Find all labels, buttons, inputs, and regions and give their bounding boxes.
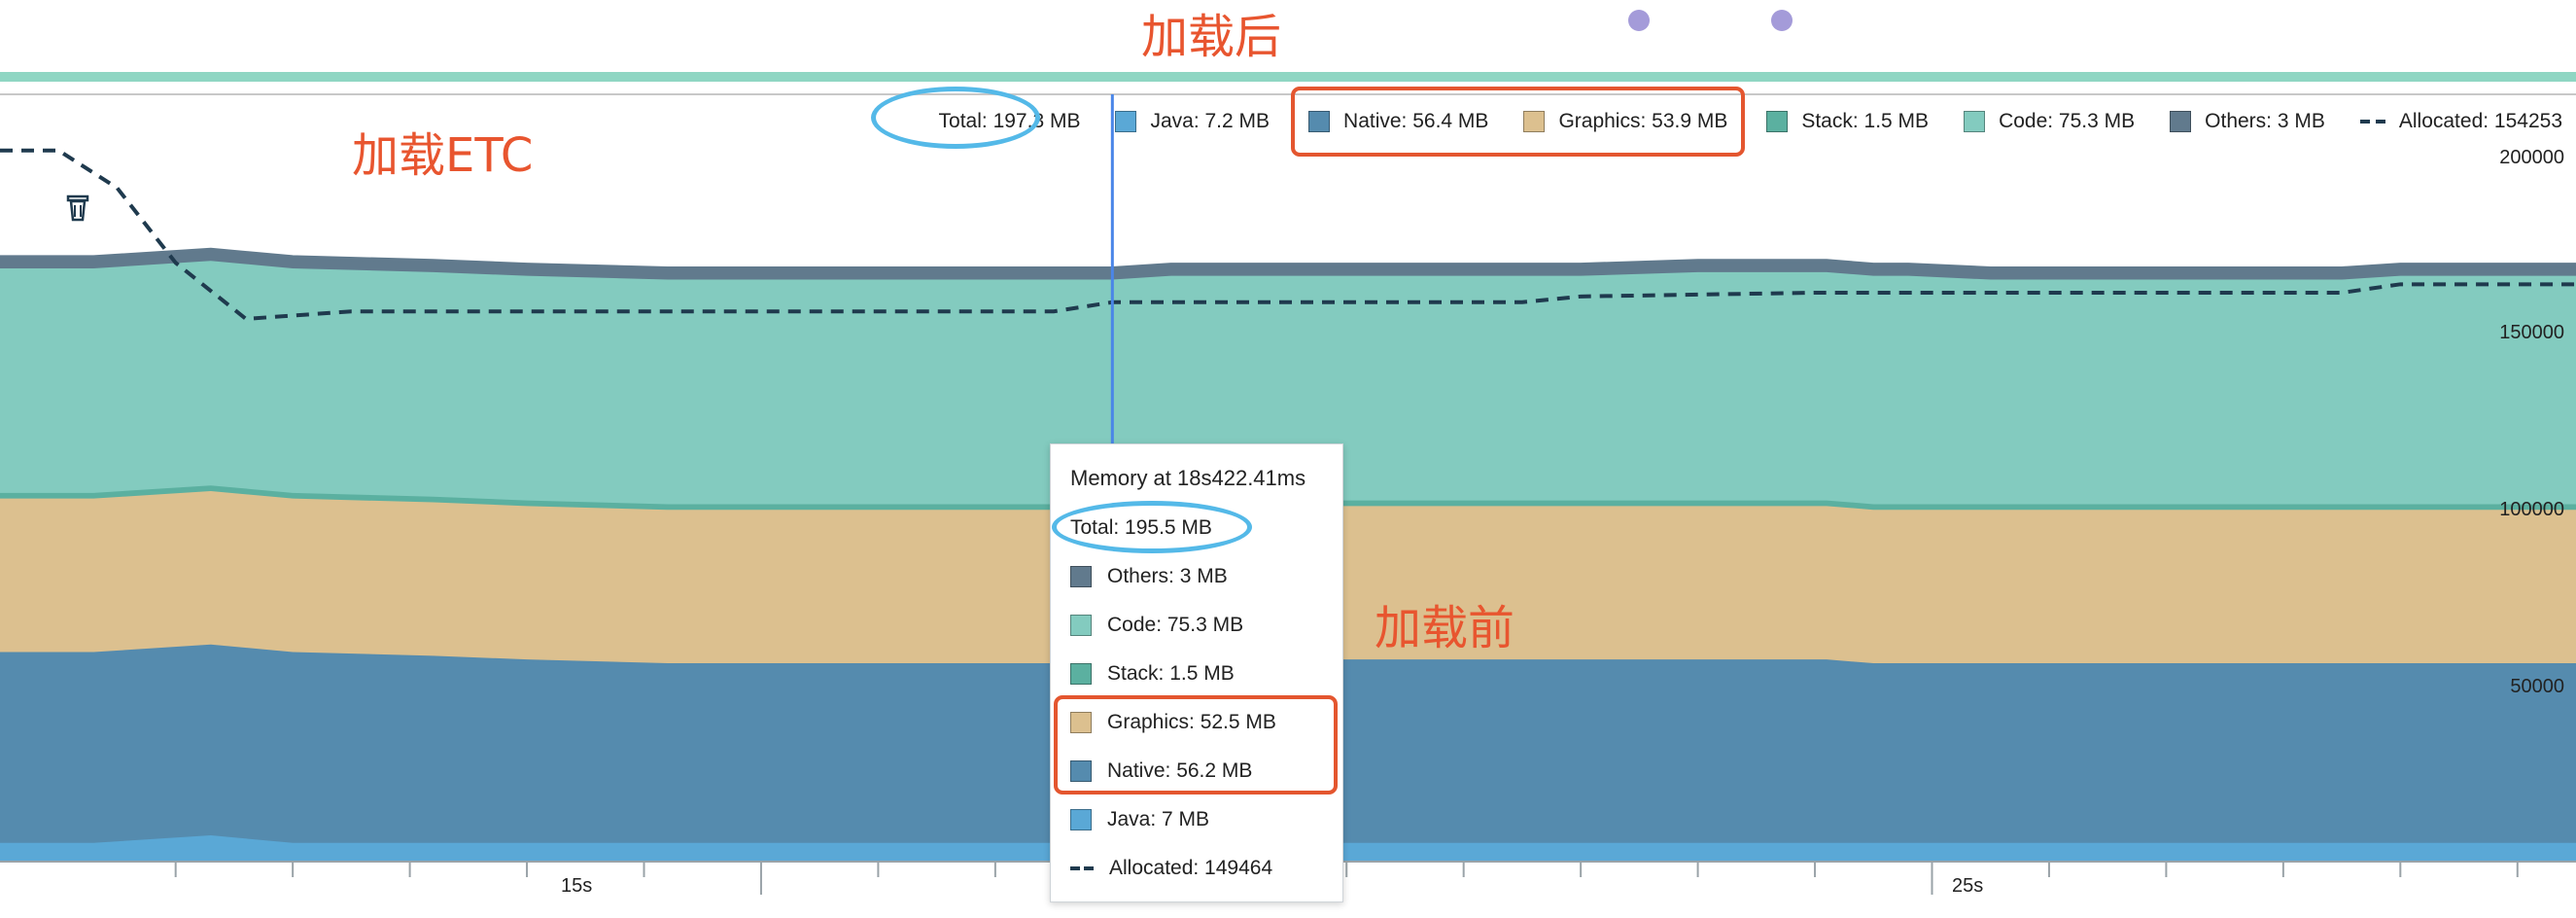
tooltip-java-label: Java: 7 MB [1107,808,1210,830]
legend-native[interactable]: Native: 56.4 MB [1308,110,1488,133]
native-swatch-icon [1308,111,1331,132]
legend-total-highlight-ellipse [871,87,1040,149]
legend-java-label: Java: 7.2 MB [1150,110,1271,132]
tooltip-row-stack: Stack: 1.5 MB [1070,662,1235,686]
event-marker-1[interactable] [1628,10,1650,31]
legend-native-label: Native: 56.4 MB [1343,110,1489,132]
top-timeline-band [0,72,2576,82]
tooltip-code-label: Code: 75.3 MB [1107,614,1244,636]
x-tick-label: 25s [1952,875,1984,897]
event-marker-2[interactable] [1771,10,1793,31]
tooltip-highlight-box [1054,695,1338,794]
others-swatch-icon [1070,566,1092,587]
y-tick-label: 100000 [2499,499,2564,520]
legend-others[interactable]: Others: 3 MB [2170,110,2325,133]
stack-swatch-icon [1766,111,1789,132]
annotation-before-load: 加载前 [1375,601,1515,655]
legend-others-label: Others: 3 MB [2205,110,2325,132]
code-swatch-icon [1070,615,1092,636]
tooltip-row-java: Java: 7 MB [1070,808,1209,831]
tooltip-stack-label: Stack: 1.5 MB [1107,662,1235,685]
tooltip-row-others: Others: 3 MB [1070,565,1228,588]
others-swatch-icon [2170,111,2192,132]
legend-java[interactable]: Java: 7.2 MB [1115,110,1270,133]
annotation-load-etc: 加载ETC [352,128,534,183]
allocated-dash-icon [2359,111,2385,132]
stack-swatch-icon [1070,663,1092,685]
legend-highlight-box: Native: 56.4 MB Graphics: 53.9 MB [1291,87,1746,157]
gc-trash-icon[interactable] [66,194,89,222]
tooltip-others-label: Others: 3 MB [1107,565,1228,587]
memory-profiler-chart: 加载后 加载ETC 加载前 Total: 197.3 MB Java: 7.2 … [0,0,2576,918]
allocated-dash-icon [1070,858,1094,879]
legend-graphics-label: Graphics: 53.9 MB [1558,110,1728,132]
java-swatch-icon [1070,809,1092,830]
y-tick-label: 150000 [2499,322,2564,343]
legend-code-label: Code: 75.3 MB [1999,110,2136,132]
tooltip-row-code: Code: 75.3 MB [1070,614,1243,637]
legend-stack[interactable]: Stack: 1.5 MB [1766,110,1929,133]
legend-graphics[interactable]: Graphics: 53.9 MB [1523,110,1727,133]
x-tick-label: 15s [561,875,593,897]
legend-allocated-label: Allocated: 154253 [2398,110,2562,132]
tooltip-allocated-label: Allocated: 149464 [1109,857,1273,879]
legend-allocated[interactable]: Allocated: 154253 [2359,110,2562,133]
tooltip-title: Memory at 18s422.41ms [1070,466,1306,490]
y-tick-label: 50000 [2510,676,2564,697]
graphics-swatch-icon [1523,111,1546,132]
y-tick-label: 200000 [2499,147,2564,168]
tooltip-total-highlight-ellipse [1052,501,1252,553]
annotation-after-load: 加载后 [1141,10,1282,64]
legend-code[interactable]: Code: 75.3 MB [1964,110,2135,133]
chart-legend: Total: 197.3 MB Java: 7.2 MB Native: 56.… [939,87,2576,157]
code-swatch-icon [1964,111,1986,132]
tooltip-row-allocated: Allocated: 149464 [1070,857,1272,880]
java-swatch-icon [1115,111,1137,132]
legend-stack-label: Stack: 1.5 MB [1801,110,1930,132]
